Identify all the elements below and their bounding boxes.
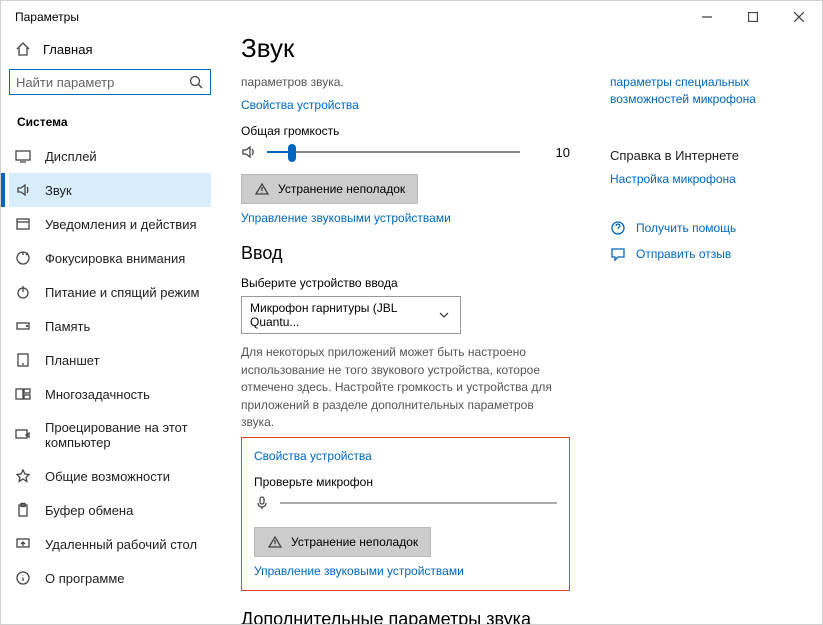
input-heading: Ввод xyxy=(241,243,570,264)
sidebar-item-label: Проецирование на этот компьютер xyxy=(45,420,203,450)
input-troubleshoot-button[interactable]: Устранение неполадок xyxy=(254,527,431,557)
output-device-properties-link[interactable]: Свойства устройства xyxy=(241,98,359,112)
test-mic-label: Проверьте микрофон xyxy=(254,475,557,489)
search-placeholder: Найти параметр xyxy=(16,75,114,90)
volume-slider[interactable] xyxy=(267,151,520,153)
window-title: Параметры xyxy=(15,10,79,24)
sidebar-item-label: Питание и спящий режим xyxy=(45,285,199,300)
input-manage-devices-link[interactable]: Управление звуковыми устройствами xyxy=(254,564,464,578)
projecting-icon xyxy=(15,427,31,443)
remote-icon xyxy=(15,536,31,552)
help-icon xyxy=(610,220,626,236)
sidebar-item-label: Дисплей xyxy=(45,149,97,164)
minimize-button[interactable] xyxy=(684,1,730,33)
sidebar-item-label: Фокусировка внимания xyxy=(45,251,185,266)
sidebar-item-label: О программе xyxy=(45,571,125,586)
chevron-down-icon xyxy=(436,307,452,323)
link-label: Отправить отзыв xyxy=(636,247,731,261)
speaker-icon[interactable] xyxy=(241,144,257,160)
sidebar-item-focus[interactable]: Фокусировка внимания xyxy=(9,241,211,275)
help-heading: Справка в Интернете xyxy=(610,148,800,163)
sidebar-item-label: Многозадачность xyxy=(45,387,150,402)
input-device-properties-link[interactable]: Свойства устройства xyxy=(254,449,372,463)
search-input[interactable]: Найти параметр xyxy=(9,69,211,95)
highlighted-region: Свойства устройства Проверьте микрофон У… xyxy=(241,437,570,591)
feedback-icon xyxy=(610,246,626,262)
sidebar: Главная Найти параметр Система Дисплей З… xyxy=(1,33,219,624)
tablet-icon xyxy=(15,352,31,368)
notifications-icon xyxy=(15,216,31,232)
warning-icon xyxy=(254,181,270,197)
storage-icon xyxy=(15,318,31,334)
input-device-select[interactable]: Микрофон гарнитуры (JBL Quantu... xyxy=(241,296,461,334)
clipboard-icon xyxy=(15,502,31,518)
home-link[interactable]: Главная xyxy=(9,33,211,69)
focus-icon xyxy=(15,250,31,266)
display-icon xyxy=(15,148,31,164)
maximize-button[interactable] xyxy=(730,1,776,33)
sidebar-item-shared[interactable]: Общие возможности xyxy=(9,459,211,493)
search-icon xyxy=(188,74,204,90)
sidebar-item-multitask[interactable]: Многозадачность xyxy=(9,377,211,411)
sidebar-item-label: Общие возможности xyxy=(45,469,170,484)
page-title: Звук xyxy=(241,33,800,64)
about-icon xyxy=(15,570,31,586)
shared-icon xyxy=(15,468,31,484)
mic-level-meter xyxy=(280,502,557,504)
power-icon xyxy=(15,284,31,300)
warning-icon xyxy=(267,534,283,550)
sidebar-item-label: Буфер обмена xyxy=(45,503,133,518)
sidebar-item-display[interactable]: Дисплей xyxy=(9,139,211,173)
volume-value: 10 xyxy=(530,145,570,160)
sound-icon xyxy=(15,182,31,198)
sidebar-item-label: Память xyxy=(45,319,90,334)
get-help-link[interactable]: Получить помощь xyxy=(610,220,800,236)
category-heading: Система xyxy=(9,109,211,139)
output-troubleshoot-button[interactable]: Устранение неполадок xyxy=(241,174,418,204)
volume-label: Общая громкость xyxy=(241,124,570,138)
sidebar-item-power[interactable]: Питание и спящий режим xyxy=(9,275,211,309)
sidebar-item-clipboard[interactable]: Буфер обмена xyxy=(9,493,211,527)
sidebar-item-remote[interactable]: Удаленный рабочий стол xyxy=(9,527,211,561)
output-manage-devices-link[interactable]: Управление звуковыми устройствами xyxy=(241,211,451,225)
sidebar-item-label: Звук xyxy=(45,183,72,198)
aside-column: параметры специальных возможностей микро… xyxy=(610,74,800,624)
input-desc: Для некоторых приложений может быть наст… xyxy=(241,344,570,431)
sidebar-item-about[interactable]: О программе xyxy=(9,561,211,595)
choose-input-label: Выберите устройство ввода xyxy=(241,276,570,290)
sidebar-item-projecting[interactable]: Проецирование на этот компьютер xyxy=(9,411,211,459)
extra-heading: Дополнительные параметры звука xyxy=(241,609,570,624)
sidebar-item-sound[interactable]: Звук xyxy=(9,173,211,207)
content-column: параметров звука. Свойства устройства Об… xyxy=(241,74,570,624)
sidebar-item-tablet[interactable]: Планшет xyxy=(9,343,211,377)
multitask-icon xyxy=(15,386,31,402)
accessibility-mic-link[interactable]: параметры специальных возможностей микро… xyxy=(610,74,800,108)
close-button[interactable] xyxy=(776,1,822,33)
output-desc-truncated: параметров звука. xyxy=(241,74,570,91)
sidebar-item-label: Уведомления и действия xyxy=(45,217,197,232)
window-buttons xyxy=(684,1,822,33)
feedback-link[interactable]: Отправить отзыв xyxy=(610,246,800,262)
sidebar-item-label: Планшет xyxy=(45,353,100,368)
home-icon xyxy=(15,41,31,57)
link-label: Получить помощь xyxy=(636,221,736,235)
sidebar-item-storage[interactable]: Память xyxy=(9,309,211,343)
input-device-value: Микрофон гарнитуры (JBL Quantu... xyxy=(250,301,436,329)
sidebar-item-label: Удаленный рабочий стол xyxy=(45,537,197,552)
main-panel: Звук параметров звука. Свойства устройст… xyxy=(219,33,822,624)
home-label: Главная xyxy=(43,42,92,57)
button-label: Устранение неполадок xyxy=(278,182,405,196)
microphone-icon xyxy=(254,495,270,511)
sidebar-item-notifications[interactable]: Уведомления и действия xyxy=(9,207,211,241)
titlebar: Параметры xyxy=(1,1,822,33)
help-mic-setup-link[interactable]: Настройка микрофона xyxy=(610,172,736,186)
button-label: Устранение неполадок xyxy=(291,535,418,549)
